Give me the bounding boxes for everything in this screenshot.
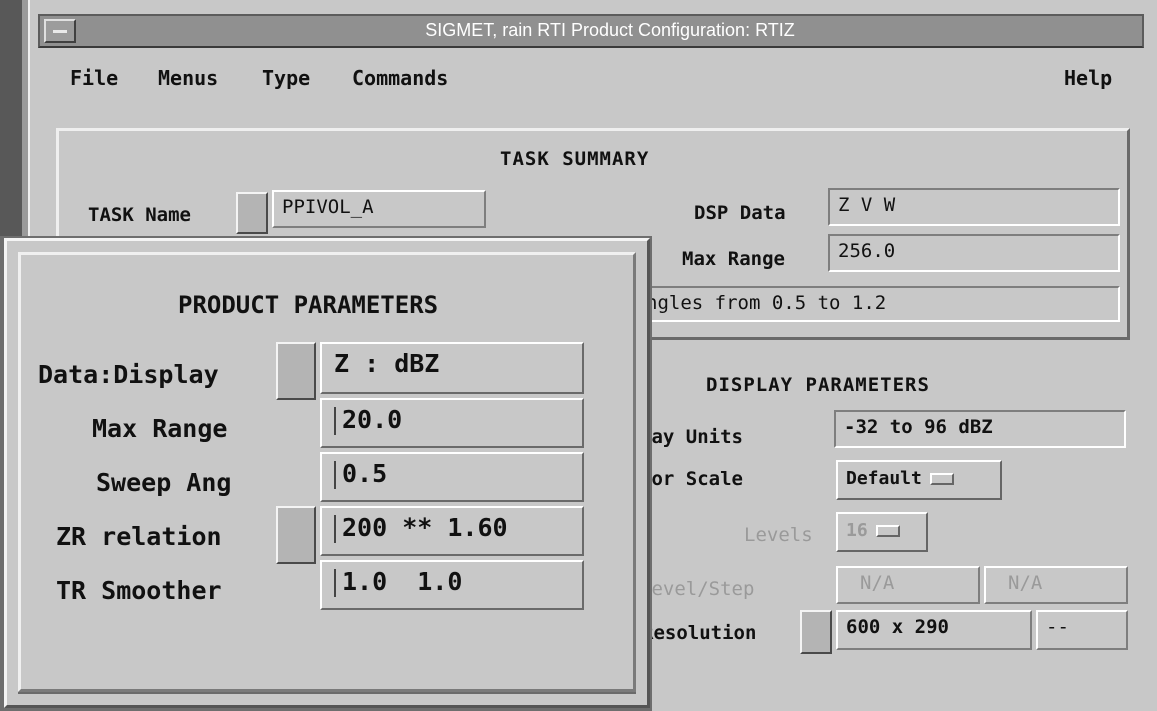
color-scale-label: lor Scale xyxy=(640,468,743,490)
data-display-field[interactable]: Z : dBZ xyxy=(320,342,584,394)
max-range-field[interactable]: 20.0 xyxy=(320,398,584,448)
text-cursor xyxy=(334,407,336,435)
data-display-select-button[interactable] xyxy=(276,342,316,400)
resolution-label: Resolution xyxy=(642,622,757,644)
text-cursor xyxy=(334,461,336,489)
sweep-ang-label: Sweep Ang xyxy=(96,468,232,497)
levels-label: Levels xyxy=(744,524,813,546)
task-name-field[interactable]: PPIVOL_A xyxy=(272,190,486,228)
tr-smoother-field[interactable]: 1.0 1.0 xyxy=(320,560,584,610)
zr-relation-select-button[interactable] xyxy=(276,506,316,564)
option-menu-indicator-icon xyxy=(929,473,954,485)
task-summary-heading: TASK SUMMARY xyxy=(500,148,650,170)
level-field: N/A xyxy=(836,566,980,604)
resolution-extra-field[interactable]: -- xyxy=(1036,610,1128,650)
text-cursor xyxy=(334,515,336,543)
menu-help[interactable]: Help xyxy=(1064,64,1112,92)
tr-smoother-label: TR Smoother xyxy=(56,576,222,605)
window-title: SIGMET, rain RTI Product Configuration: … xyxy=(425,20,795,40)
task-name-label: TASK Name xyxy=(88,204,191,226)
product-parameters-divider xyxy=(18,692,636,700)
levels-option-button: 16 xyxy=(836,512,928,552)
menu-menus[interactable]: Menus xyxy=(158,64,218,92)
step-field: N/A xyxy=(984,566,1128,604)
window-menu-button[interactable] xyxy=(44,19,76,43)
dsp-data-field: Z V W xyxy=(828,188,1120,226)
zr-relation-field[interactable]: 200 ** 1.60 xyxy=(320,506,584,556)
menu-file[interactable]: File xyxy=(70,64,118,92)
max-range-label: Max Range xyxy=(92,414,228,443)
display-units-label: lay Units xyxy=(640,426,743,448)
text-cursor xyxy=(334,569,336,597)
level-step-label: Level/Step xyxy=(640,578,755,600)
menu-type[interactable]: Type xyxy=(262,64,310,92)
task-name-select-button[interactable] xyxy=(236,192,268,234)
sweep-angles-field: ngles from 0.5 to 1.2 xyxy=(636,286,1120,322)
task-max-range-label: Max Range xyxy=(682,248,785,270)
sweep-ang-field[interactable]: 0.5 xyxy=(320,452,584,502)
minus-icon xyxy=(53,30,67,33)
display-units-field: -32 to 96 dBZ xyxy=(834,410,1126,448)
product-parameters-heading: PRODUCT PARAMETERS xyxy=(178,291,439,319)
menu-commands[interactable]: Commands xyxy=(352,64,448,92)
color-scale-option-button[interactable]: Default xyxy=(836,460,1002,500)
dsp-data-label: DSP Data xyxy=(694,202,786,224)
display-parameters-heading: DISPLAY PARAMETERS xyxy=(706,374,930,396)
resolution-field[interactable]: 600 x 290 xyxy=(836,610,1032,650)
resolution-select-button[interactable] xyxy=(800,610,832,654)
task-max-range-field: 256.0 xyxy=(828,234,1120,272)
data-display-label: Data:Display xyxy=(38,360,219,389)
zr-relation-label: ZR relation xyxy=(56,522,222,551)
option-menu-indicator-icon xyxy=(875,525,900,537)
